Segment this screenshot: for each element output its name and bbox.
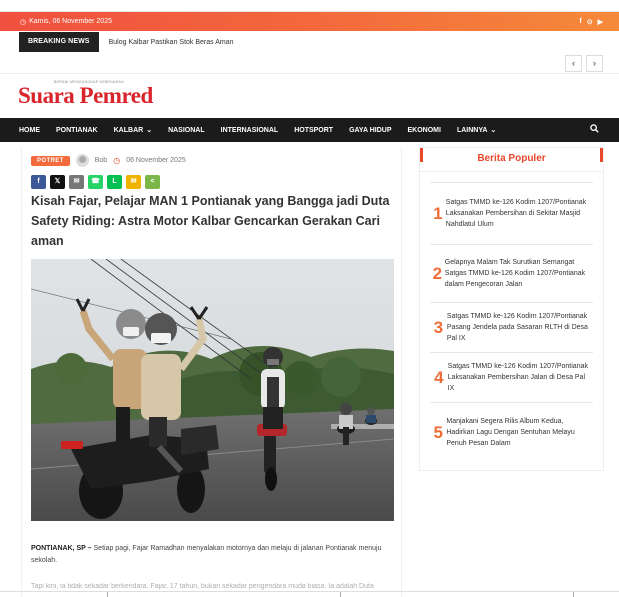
popular-item-4[interactable]: 4 Satgas TMMD ke-126 Kodim 1207/Pontiana… xyxy=(430,352,593,402)
nav-lainnya[interactable]: LAINNYA ⌄ xyxy=(457,126,497,135)
nav-nasional[interactable]: NASIONAL xyxy=(168,127,205,134)
whatsapp-share-button[interactable]: ☎ xyxy=(88,175,103,189)
prev-arrow-button[interactable]: ‹ xyxy=(565,55,582,72)
popular-news-widget: Berita Populer 1 Satgas TMMD ke-126 Kodi… xyxy=(419,147,604,471)
topbar-date: ◷ Kamis, 06 November 2025 xyxy=(20,18,112,26)
top-bar: ◷ Kamis, 06 November 2025 f ⊙ ▶ xyxy=(0,12,619,31)
line-share-button[interactable]: L xyxy=(107,175,122,189)
popular-rank: 4 xyxy=(434,367,444,387)
chevron-down-icon: ⌄ xyxy=(490,127,497,134)
popular-headline[interactable]: Manjakani Segera Rilis Album Kedua, Hadi… xyxy=(446,416,593,449)
share-buttons: f 𝕏 ✉ ☎ L ✉ < xyxy=(31,175,160,189)
sharethis-share-button[interactable]: < xyxy=(145,175,160,189)
clock-icon: ◷ xyxy=(113,156,121,165)
x-share-button[interactable]: 𝕏 xyxy=(50,175,65,189)
popular-rank: 1 xyxy=(433,203,443,223)
breaking-news-headline[interactable]: Bulog Kalbar Pastikan Stok Beras Aman xyxy=(99,39,234,46)
avatar xyxy=(75,154,89,167)
popular-item-3[interactable]: 3 Satgas TMMD ke-126 Kodim 1207/Pontiana… xyxy=(430,302,593,352)
popular-rank: 2 xyxy=(432,263,443,283)
nav-ekonomi[interactable]: EKONOMI xyxy=(407,127,440,134)
date-text: Kamis, 06 November 2025 xyxy=(29,18,112,25)
category-badge[interactable]: POTRET xyxy=(31,155,70,166)
clock-icon: ◷ xyxy=(20,18,27,26)
popular-rank: 5 xyxy=(433,422,443,442)
instagram-icon[interactable]: ⊙ xyxy=(587,18,593,26)
facebook-icon[interactable]: f xyxy=(579,18,581,26)
next-arrow-button[interactable]: › xyxy=(586,55,603,72)
nav-pontianak[interactable]: PONTIANAK xyxy=(56,127,98,134)
chevron-down-icon: ⌄ xyxy=(146,127,153,134)
popular-news-title: Berita Populer xyxy=(420,148,603,172)
article-meta: POTRET Bob ◷ 06 November 2025 xyxy=(31,154,186,167)
sms-share-button[interactable]: ✉ xyxy=(126,175,141,189)
main-navigation: HOME PONTIANAK KALBAR ⌄ NASIONAL INTERNAS… xyxy=(0,118,619,142)
popular-headline[interactable]: Satgas TMMD ke-126 Kodim 1207/Pontianak … xyxy=(446,197,593,230)
facebook-share-button[interactable]: f xyxy=(31,175,46,189)
nav-gaya-hidup[interactable]: GAYA HIDUP xyxy=(349,127,391,134)
nav-home[interactable]: HOME xyxy=(19,127,40,134)
article-title: Kisah Fajar, Pelajar MAN 1 Pontianak yan… xyxy=(31,194,390,248)
breaking-news-label: BREAKING NEWS xyxy=(19,32,99,52)
article-lead: PONTIANAK, SP – Setiap pagi, Fajar Ramad… xyxy=(31,543,396,567)
search-icon[interactable] xyxy=(590,124,599,135)
site-logo[interactable]: BERANI MENGUNGKAP KEBENARAN Suara Pemred xyxy=(18,80,153,108)
article: POTRET Bob ◷ 06 November 2025 f 𝕏 ✉ ☎ L … xyxy=(21,147,402,597)
email-share-button[interactable]: ✉ xyxy=(69,175,84,189)
nav-hotsport[interactable]: HOTSPORT xyxy=(294,127,333,134)
dateline: PONTIANAK, SP – xyxy=(31,545,92,552)
popular-headline[interactable]: Satgas TMMD ke-126 Kodim 1207/Pontianak … xyxy=(448,361,593,394)
popular-headline[interactable]: Satgas TMMD ke-126 Kodim 1207/Pontianak … xyxy=(447,311,593,344)
popular-rank: 3 xyxy=(433,317,444,337)
article-date: 06 November 2025 xyxy=(126,157,186,164)
logo-name: Suara Pemred xyxy=(18,83,153,108)
nav-internasional[interactable]: INTERNASIONAL xyxy=(221,127,279,134)
header-divider xyxy=(0,73,619,74)
popular-item-2[interactable]: 2 Gelapnya Malam Tak Surutkan Semangat S… xyxy=(430,244,593,302)
popular-item-1[interactable]: 1 Satgas TMMD ke-126 Kodim 1207/Pontiana… xyxy=(430,182,593,244)
browser-top-edge xyxy=(0,0,619,12)
popular-headline[interactable]: Gelapnya Malam Tak Surutkan Semangat Sat… xyxy=(445,257,593,290)
breaking-news: BREAKING NEWS Bulog Kalbar Pastikan Stok… xyxy=(19,32,234,52)
youtube-icon[interactable]: ▶ xyxy=(598,18,603,26)
nav-kalbar[interactable]: KALBAR ⌄ xyxy=(114,126,153,135)
author-name[interactable]: Bob xyxy=(95,157,107,164)
social-links: f ⊙ ▶ xyxy=(579,18,603,26)
popular-item-5[interactable]: 5 Manjakani Segera Rilis Album Kedua, Ha… xyxy=(430,402,593,462)
article-photo xyxy=(31,259,394,521)
ticker-arrows: ‹ › xyxy=(565,55,603,72)
bottom-ticks xyxy=(0,592,619,597)
